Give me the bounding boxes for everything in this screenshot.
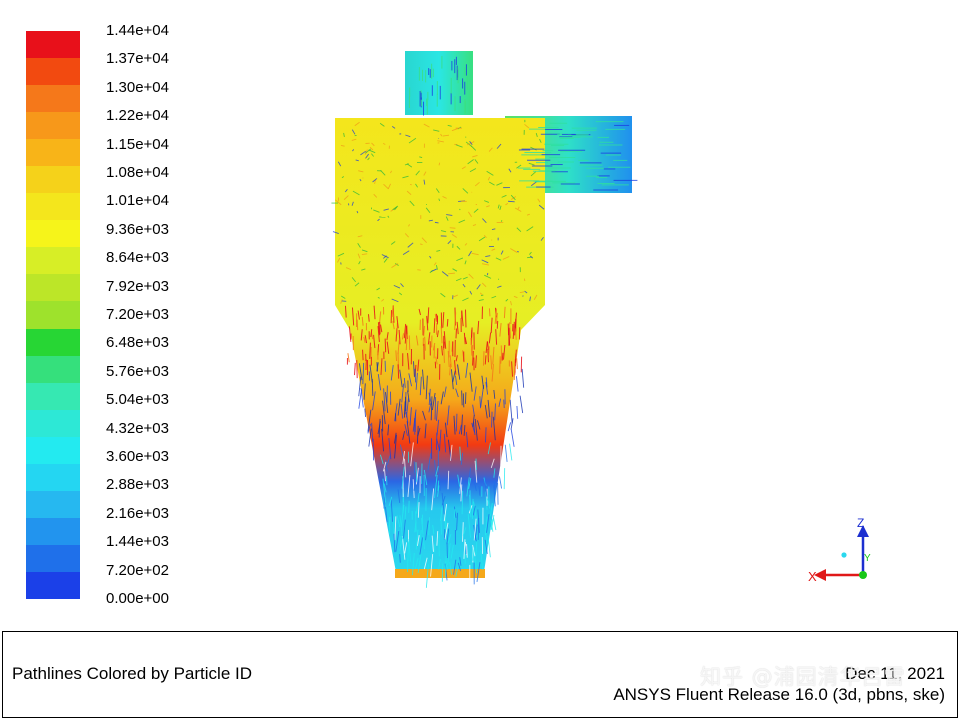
watermark: 知乎 @浦园清华吕雷 xyxy=(700,665,906,689)
pathline xyxy=(446,318,449,327)
z-axis-label: Z xyxy=(857,516,864,530)
pathline xyxy=(516,405,519,419)
pathline xyxy=(509,443,513,461)
y-axis-label: Y xyxy=(864,553,871,564)
pathline xyxy=(500,220,503,222)
plot-title: Pathlines Colored by Particle ID xyxy=(12,664,253,683)
pathline xyxy=(414,368,417,383)
pathline xyxy=(507,422,512,432)
pathline xyxy=(419,243,423,246)
pathline xyxy=(464,309,467,328)
pathline xyxy=(485,427,487,443)
pathline xyxy=(510,429,515,447)
y-axis-marker xyxy=(859,571,867,579)
pathline xyxy=(519,395,524,414)
pathline xyxy=(362,349,364,361)
pathline xyxy=(508,200,515,203)
pathline xyxy=(486,272,489,276)
pathline xyxy=(462,393,465,408)
pathline xyxy=(461,390,463,406)
x-axis-label: X xyxy=(808,569,817,584)
pathline xyxy=(499,476,503,489)
pathline xyxy=(455,413,458,432)
pathline xyxy=(515,376,519,392)
origin-dot xyxy=(841,552,847,558)
pathline xyxy=(347,353,350,363)
pathline xyxy=(449,227,456,229)
pathline xyxy=(443,348,445,363)
pathline xyxy=(491,239,493,241)
pathline xyxy=(516,358,518,370)
pathline xyxy=(417,269,421,271)
graphics-window: 1.44e+04 1.37e+04 1.30e+04 1.22e+04 1.15e+04… xyxy=(0,0,960,630)
pathline xyxy=(461,490,464,515)
pathline xyxy=(501,352,504,361)
pathline xyxy=(384,338,387,353)
pathline xyxy=(504,444,508,462)
dust-outlet xyxy=(395,569,485,578)
pathline xyxy=(434,221,439,224)
axis-triad: Z X Y xyxy=(808,516,871,584)
pathline xyxy=(433,318,436,333)
pathline xyxy=(397,364,400,379)
pathline xyxy=(354,362,356,376)
pathline xyxy=(434,397,437,420)
pathline xyxy=(493,518,497,531)
pathline xyxy=(418,470,420,484)
pathline xyxy=(482,351,485,366)
pathline xyxy=(487,535,491,558)
pathline xyxy=(521,368,525,388)
pathline xyxy=(395,350,398,362)
pathline xyxy=(488,346,490,357)
pathline xyxy=(399,554,401,563)
pathline xyxy=(438,162,441,166)
pathline xyxy=(509,399,513,424)
pathline xyxy=(459,208,461,211)
pathline xyxy=(503,306,506,319)
cyclone-body xyxy=(335,118,545,572)
